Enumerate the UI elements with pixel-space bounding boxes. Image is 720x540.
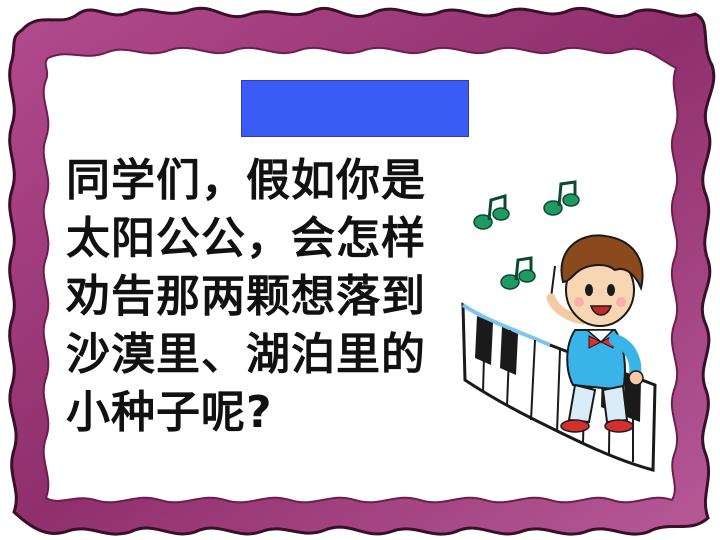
question-line-1: 同学们，假如你是 [66,155,426,206]
conductor-illustration [461,180,657,472]
music-note-icon [473,194,510,230]
question-line-5: 小种子呢? [66,387,273,438]
question-line-4: 沙漠里、湖泊里的 [66,329,426,380]
question-line-2: 太阳公公，会怎样 [66,213,426,264]
question-text: 同学们，假如你是 太阳公公，会怎样 劝告那两颗想落到 沙漠里、湖泊里的 小种子呢… [66,152,461,442]
music-note-icon [500,256,536,290]
piano-keys [461,302,657,472]
question-line-3: 劝告那两颗想落到 [66,271,426,322]
music-note-icon [543,180,580,216]
blue-title-box [241,80,469,137]
slide: 同学们，假如你是 太阳公公，会怎样 劝告那两颗想落到 沙漠里、湖泊里的 小种子呢… [0,0,720,540]
